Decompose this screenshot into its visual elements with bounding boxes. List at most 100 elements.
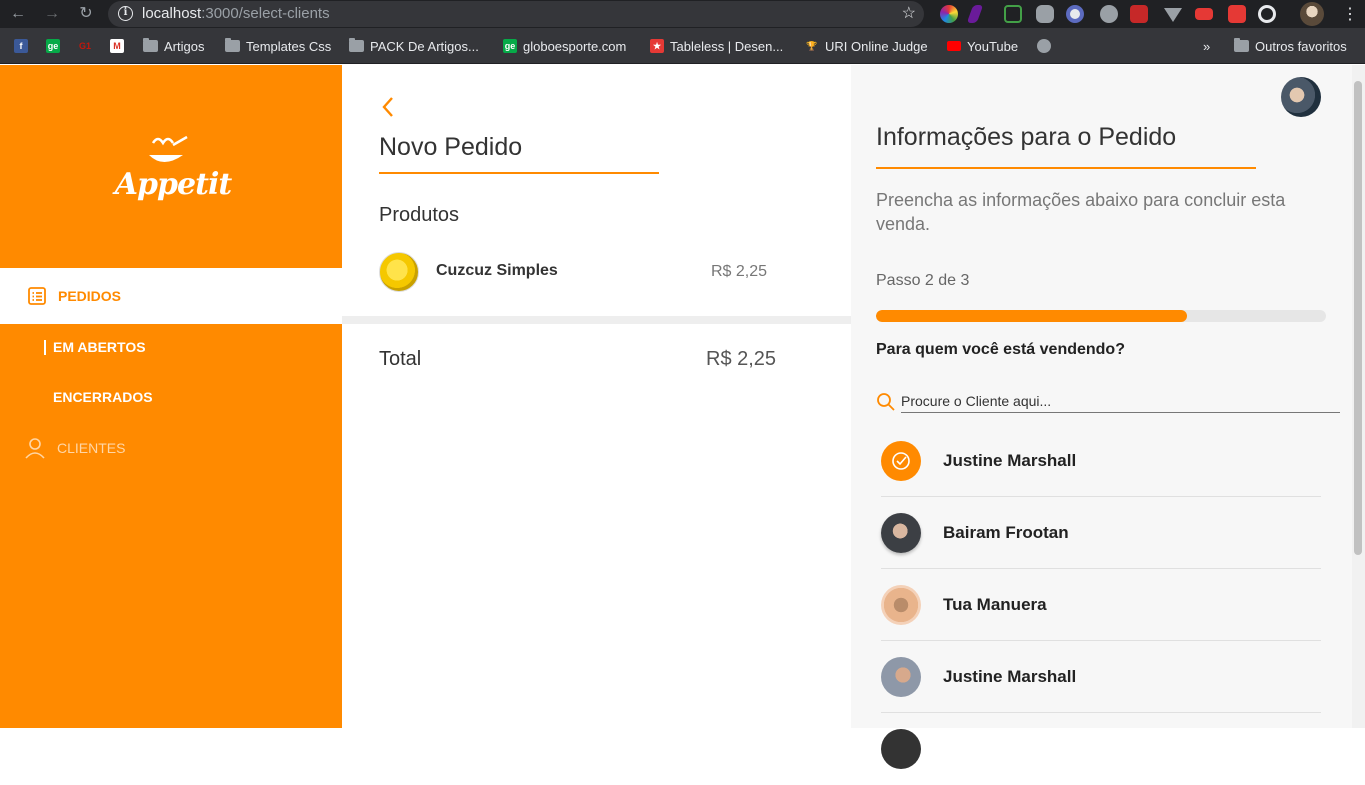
client-avatar bbox=[881, 513, 921, 553]
browser-menu-icon[interactable]: ⋮ bbox=[1342, 4, 1358, 24]
chevron-left-icon[interactable] bbox=[380, 95, 396, 119]
youtube-icon bbox=[947, 41, 961, 51]
client-search-input[interactable] bbox=[901, 389, 1340, 413]
browser-toolbar: ← → ↻ i localhost:3000/select-clients ☆ … bbox=[0, 0, 1365, 28]
bookmark-uri[interactable]: 🏆 URI Online Judge bbox=[805, 38, 927, 54]
sidebar-item-pedidos[interactable]: PEDIDOS bbox=[0, 268, 342, 324]
appetit-logo: Appetit bbox=[113, 133, 233, 223]
bookmark-youtube[interactable]: YouTube bbox=[947, 38, 1018, 54]
total-value: R$ 2,25 bbox=[706, 348, 777, 370]
client-name: Tua Manuera bbox=[943, 595, 1047, 614]
extension-circle-icon[interactable] bbox=[1066, 5, 1084, 23]
sidebar-item-label: PEDIDOS bbox=[58, 288, 122, 304]
bookmark-templates-css[interactable]: Templates Css bbox=[225, 38, 331, 54]
extension-target-icon[interactable] bbox=[1258, 5, 1276, 23]
client-list-item[interactable] bbox=[881, 713, 1321, 785]
info-title: Informações para o Pedido bbox=[876, 123, 1177, 151]
folder-icon bbox=[1234, 38, 1249, 52]
sidebar-item-clientes[interactable]: CLIENTES bbox=[0, 420, 342, 476]
info-icon[interactable]: i bbox=[118, 6, 133, 21]
ge-icon: ge bbox=[46, 39, 60, 53]
logo-text: Appetit bbox=[114, 167, 232, 202]
folder-icon bbox=[225, 38, 240, 52]
client-list-item[interactable]: Bairam Frootan bbox=[881, 497, 1321, 569]
folder-icon bbox=[349, 38, 364, 52]
extension-v-icon[interactable] bbox=[1164, 8, 1182, 22]
extension-ball-icon[interactable] bbox=[1100, 5, 1118, 23]
back-arrow-icon[interactable]: ← bbox=[8, 4, 28, 24]
client-list-item[interactable]: Justine Marshall bbox=[881, 641, 1321, 713]
product-price: R$ 2,25 bbox=[711, 263, 768, 280]
client-question: Para quem você está vendendo? bbox=[876, 341, 1125, 358]
client-avatar bbox=[881, 585, 921, 625]
products-heading: Produtos bbox=[379, 204, 460, 226]
extension-youtube-icon[interactable] bbox=[1195, 8, 1213, 20]
sidebar-subitem-em-abertos[interactable]: EM ABERTOS bbox=[0, 332, 342, 362]
trophy-icon: 🏆 bbox=[806, 41, 818, 51]
forward-arrow-icon[interactable]: → bbox=[42, 4, 62, 24]
title-underline bbox=[379, 172, 659, 174]
user-icon bbox=[25, 438, 45, 459]
page-scrollbar[interactable] bbox=[1352, 65, 1365, 728]
client-name: Bairam Frootan bbox=[943, 523, 1069, 542]
bookmark-globoesporte[interactable]: ge globoesporte.com bbox=[503, 38, 626, 54]
folder-icon bbox=[143, 38, 158, 52]
bookmark-gmail[interactable]: M bbox=[110, 38, 130, 54]
order-info-panel: Informações para o Pedido Preencha as in… bbox=[851, 65, 1365, 769]
client-avatar bbox=[881, 657, 921, 697]
browser-profile-avatar[interactable] bbox=[1300, 2, 1324, 26]
client-list-item[interactable]: Justine Marshall bbox=[881, 425, 1321, 497]
active-indicator bbox=[44, 340, 46, 355]
bookmark-tableless[interactable]: ★ Tableless | Desen... bbox=[650, 38, 783, 54]
globe-icon bbox=[1037, 39, 1051, 53]
section-divider bbox=[342, 316, 851, 324]
info-title-underline bbox=[876, 167, 1256, 169]
client-list-item[interactable]: Tua Manuera bbox=[881, 569, 1321, 641]
extension-node-icon[interactable] bbox=[1004, 5, 1022, 23]
bookmark-ge[interactable]: ge bbox=[46, 38, 66, 54]
progress-bar-fill bbox=[876, 310, 1187, 322]
sidebar: Appetit PEDIDOS EM ABERTOS ENCERRADOS CL… bbox=[0, 65, 342, 728]
user-avatar[interactable] bbox=[1281, 77, 1321, 117]
client-name: Justine Marshall bbox=[943, 451, 1077, 470]
search-icon bbox=[877, 393, 895, 411]
client-name: Justine Marshall bbox=[943, 667, 1077, 686]
facebook-icon: f bbox=[14, 39, 28, 53]
product-image bbox=[379, 252, 419, 292]
sidebar-subitem-encerrados[interactable]: ENCERRADOS bbox=[0, 382, 342, 412]
scrollbar-thumb[interactable] bbox=[1354, 81, 1362, 555]
selected-check-avatar bbox=[881, 441, 921, 481]
sidebar-subitem-label: ENCERRADOS bbox=[53, 389, 153, 405]
bookmarks-bar: f ge G1 M Artigos Templates Css PACK De … bbox=[0, 28, 1365, 64]
extension-calendar-icon[interactable] bbox=[1228, 5, 1246, 23]
bookmark-pack-artigos[interactable]: PACK De Artigos... bbox=[349, 38, 479, 54]
total-label: Total bbox=[379, 348, 422, 370]
page-title: Novo Pedido bbox=[379, 133, 523, 161]
client-avatar bbox=[881, 729, 921, 769]
reload-icon[interactable]: ↻ bbox=[76, 4, 96, 24]
step-indicator: Passo 2 de 3 bbox=[876, 272, 970, 289]
gmail-icon: M bbox=[110, 39, 124, 53]
bookmark-facebook[interactable]: f bbox=[14, 38, 34, 54]
check-circle-icon bbox=[892, 452, 910, 470]
bookmark-globe[interactable] bbox=[1037, 38, 1057, 54]
product-name: Cuzcuz Simples bbox=[436, 262, 558, 279]
progress-bar bbox=[876, 310, 1326, 322]
extension-discord-icon[interactable] bbox=[1036, 5, 1054, 23]
tableless-icon: ★ bbox=[650, 39, 664, 53]
extension-feather-icon[interactable] bbox=[966, 5, 984, 23]
list-icon bbox=[28, 287, 46, 305]
bookmark-artigos[interactable]: Artigos bbox=[143, 38, 204, 54]
bookmark-other-favorites[interactable]: Outros favoritos bbox=[1234, 38, 1347, 54]
bookmark-g1[interactable]: G1 bbox=[78, 38, 98, 54]
ge-icon: ge bbox=[503, 39, 517, 53]
sidebar-subitem-label: EM ABERTOS bbox=[53, 339, 146, 355]
address-bar[interactable]: i localhost:3000/select-clients ☆ bbox=[108, 1, 924, 27]
url-text[interactable]: localhost:3000/select-clients bbox=[142, 5, 330, 22]
order-panel: Novo Pedido Produtos Cuzcuz Simples R$ 2… bbox=[342, 65, 851, 728]
bookmark-star-icon[interactable]: ☆ bbox=[902, 3, 916, 23]
extension-color-icon[interactable] bbox=[940, 5, 958, 23]
info-description: Preencha as informações abaixo para conc… bbox=[876, 190, 1286, 234]
bookmarks-overflow-button[interactable]: » bbox=[1203, 38, 1210, 54]
extension-red-icon[interactable] bbox=[1130, 5, 1148, 23]
